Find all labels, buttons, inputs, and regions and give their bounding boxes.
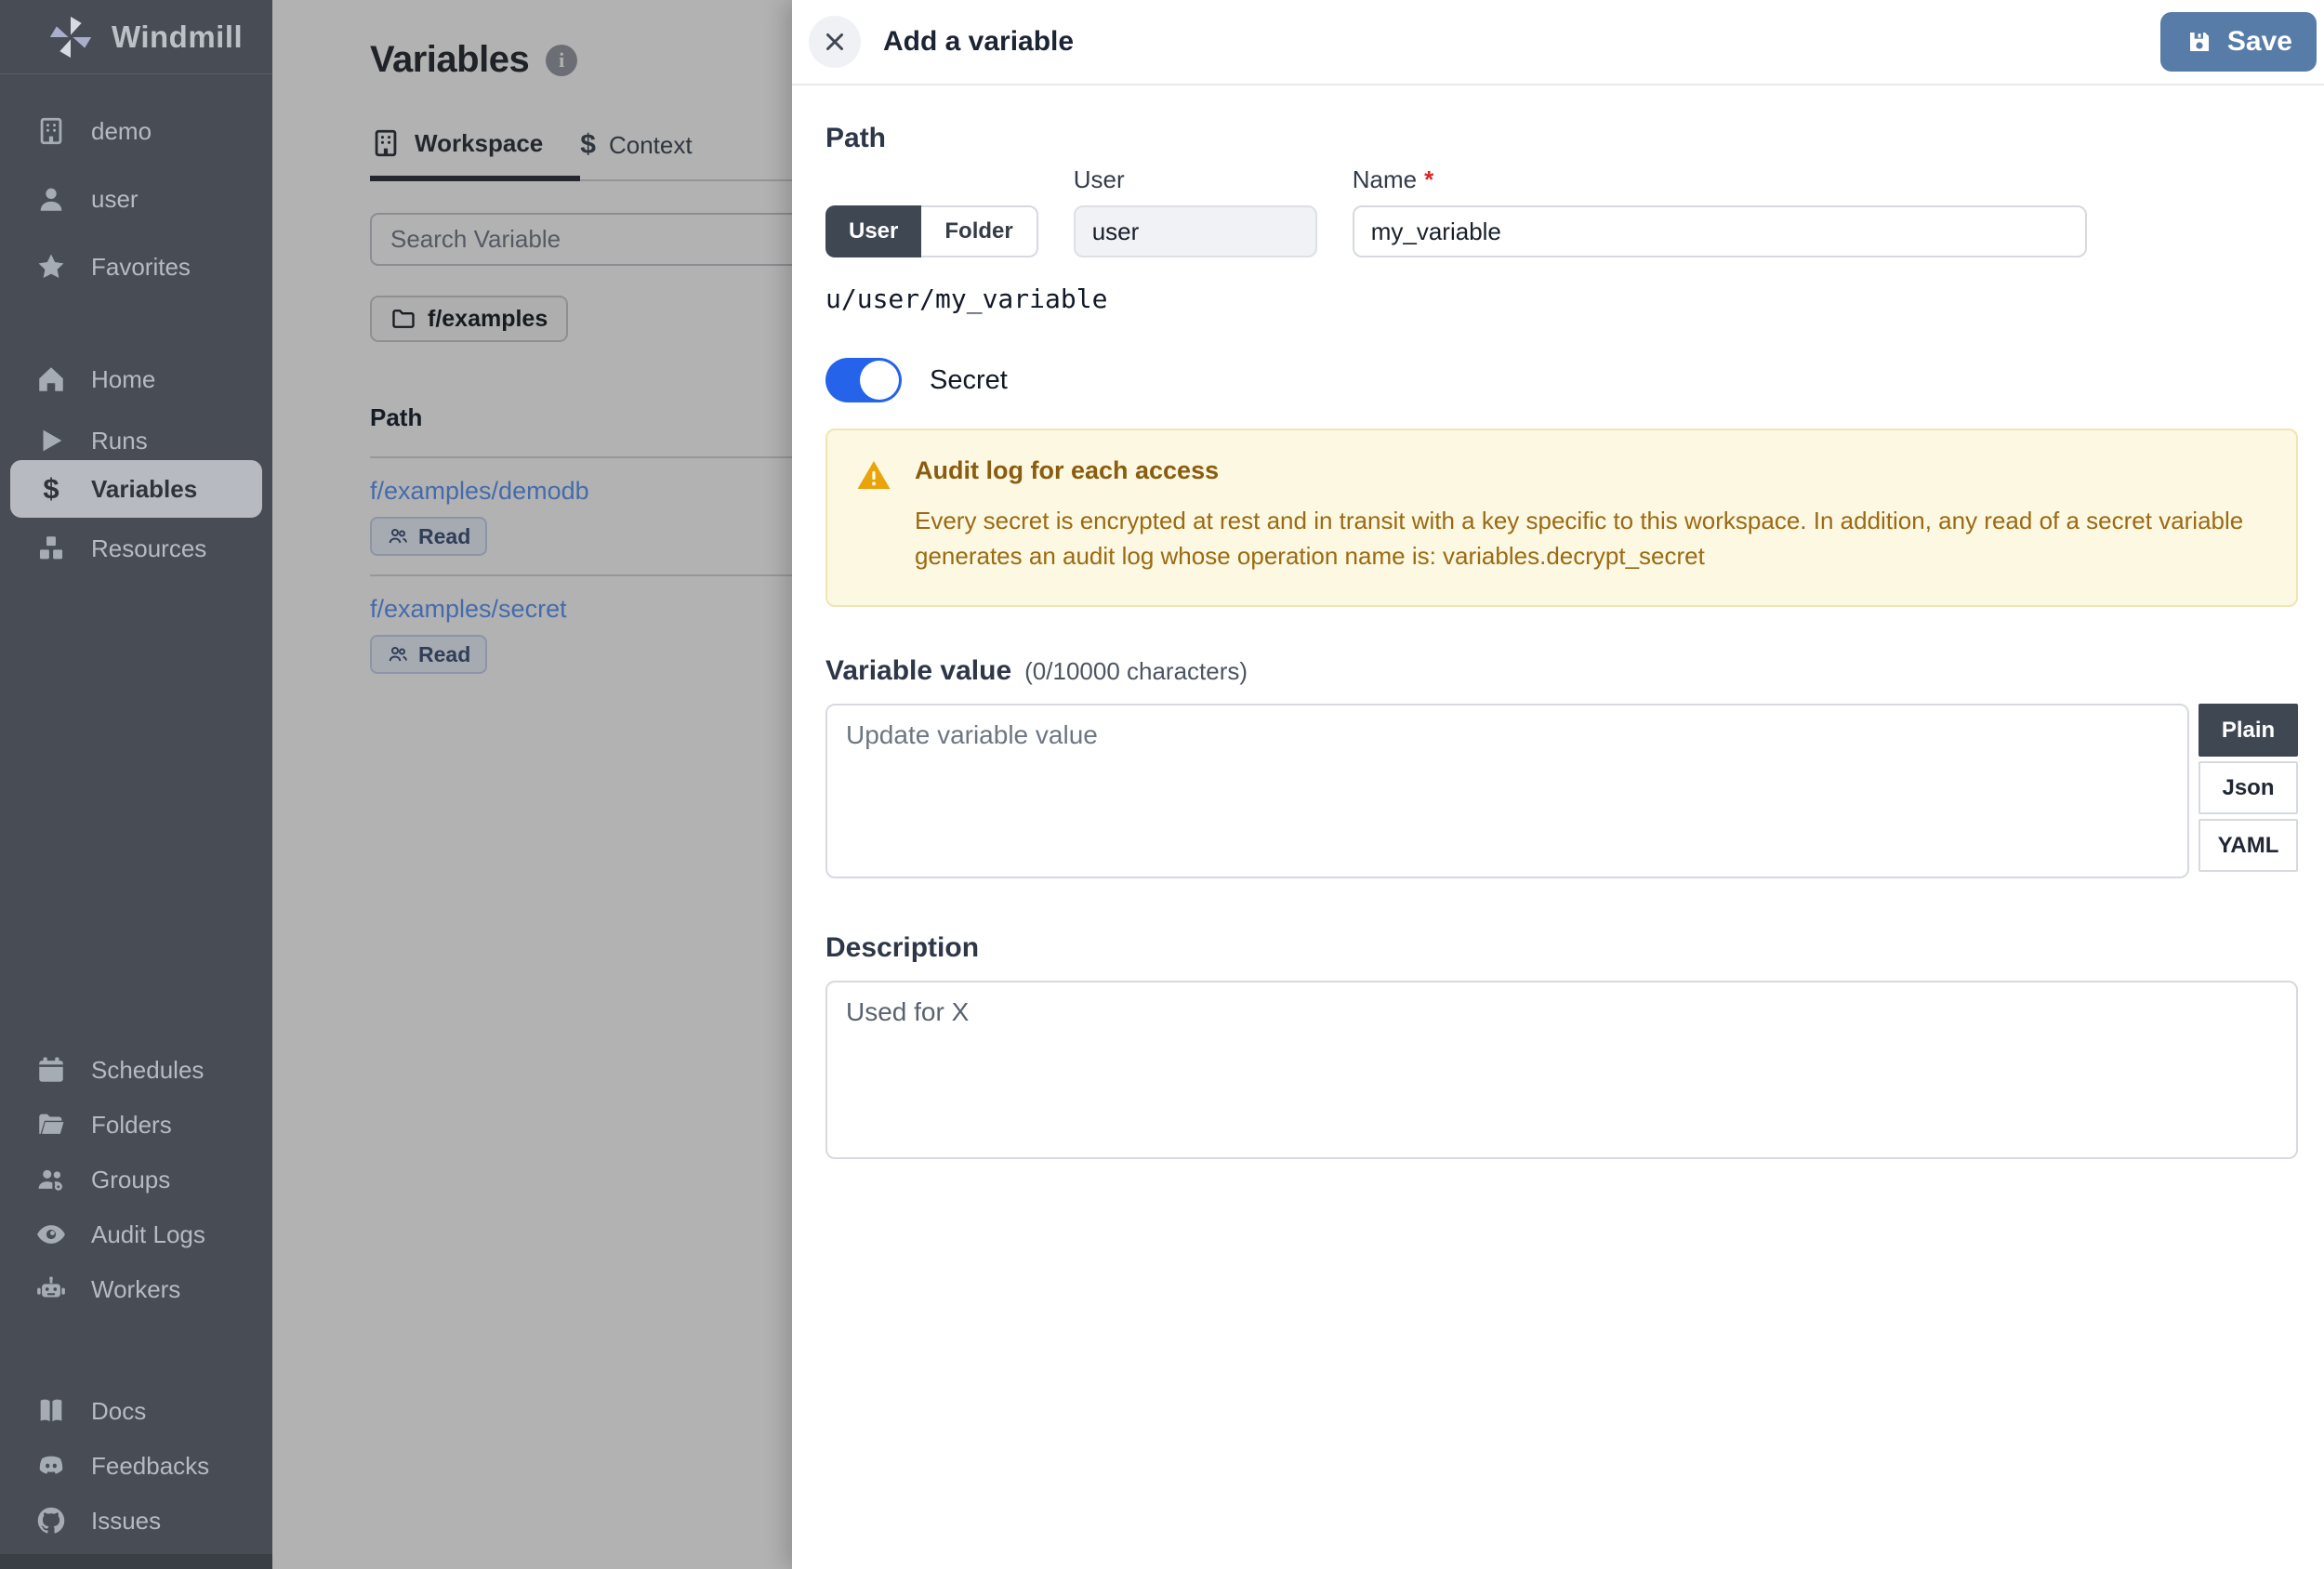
windmill-logo-icon	[49, 16, 92, 58]
variable-value-heading-row: Variable value (0/10000 characters)	[825, 655, 2298, 687]
sidebar-item-feedbacks[interactable]: Feedbacks	[0, 1446, 272, 1485]
sidebar-item-folders[interactable]: Folders	[0, 1105, 272, 1144]
warning-icon	[857, 461, 891, 489]
sidebar-item-demo[interactable]: demo	[0, 112, 272, 151]
sidebar-item-label: Folders	[91, 1110, 172, 1139]
drawer-body: Path User Folder User Name* u/user/m	[792, 86, 2324, 1160]
save-button[interactable]: Save	[2159, 12, 2317, 72]
description-textarea[interactable]	[825, 981, 2298, 1160]
user-field-label: User	[1073, 165, 1125, 193]
character-counter: (0/10000 characters)	[1024, 657, 1248, 686]
folder-icon	[39, 1114, 64, 1134]
path-section-heading: Path	[825, 123, 887, 153]
save-icon	[2189, 33, 2209, 51]
sidebar-item-label: Runs	[91, 426, 148, 455]
user-field: User	[1073, 165, 1317, 257]
play-icon	[43, 429, 62, 452]
building-icon	[40, 117, 62, 145]
github-icon	[37, 1507, 65, 1534]
user-input[interactable]	[1073, 205, 1317, 257]
sidebar-item-label: Favorites	[91, 252, 191, 281]
sidebar-item-favorites[interactable]: Favorites	[0, 247, 272, 286]
sidebar-item-user[interactable]: user	[0, 179, 272, 218]
sidebar-item-label: Resources	[91, 534, 207, 562]
sidebar-item-label: Issues	[91, 1506, 162, 1535]
secret-toggle[interactable]	[825, 358, 902, 402]
sidebar-item-audit-logs[interactable]: Audit Logs	[0, 1215, 272, 1254]
variable-value-textarea[interactable]	[825, 704, 2189, 879]
sidebar-item-label: user	[91, 184, 139, 213]
path-fields-row: User Folder User Name*	[825, 165, 2298, 257]
sidebar-item-issues[interactable]: Issues	[0, 1501, 272, 1540]
toggle-knob	[860, 361, 899, 400]
owner-kind-folder-option[interactable]: Folder	[921, 205, 1038, 257]
sidebar-management-group: Schedules Folders Groups Audit Logs Work…	[0, 1050, 272, 1309]
dollar-icon: $	[43, 472, 59, 505]
sidebar-item-label: Groups	[91, 1165, 171, 1193]
sidebar-item-resources[interactable]: Resources	[0, 529, 272, 568]
sidebar-workspace-group: demo user Favorites	[0, 112, 272, 286]
sidebar-item-label: demo	[91, 116, 152, 145]
app-name: Windmill	[112, 19, 244, 54]
drawer-title: Add a variable	[883, 26, 1075, 57]
warning-body: Every secret is encrypted at rest and in…	[915, 507, 2244, 570]
full-path-preview: u/user/my_variable	[825, 283, 1108, 314]
home-icon	[39, 367, 63, 391]
format-tab-plain[interactable]: Plain	[2199, 704, 2298, 758]
description-heading: Description	[825, 932, 980, 964]
sidebar-item-label: Schedules	[91, 1055, 205, 1084]
sidebar-footer-bar	[0, 1554, 272, 1569]
sidebar-item-runs[interactable]: Runs	[0, 421, 272, 460]
name-field: Name *	[1352, 165, 2087, 257]
sidebar-item-label: Variables	[91, 474, 198, 503]
variable-value-editor: Plain Json YAML	[825, 704, 2298, 879]
sidebar-primary-group: Home Runs $ Variables Resources	[0, 360, 272, 568]
close-icon	[826, 33, 843, 50]
owner-kind-toggle: User Folder	[825, 205, 1038, 257]
user-icon	[40, 188, 62, 211]
users-gear-icon	[38, 1169, 63, 1191]
book-icon	[40, 1399, 62, 1422]
sidebar-item-label: Workers	[91, 1274, 181, 1303]
sidebar-item-variables[interactable]: $ Variables	[10, 460, 262, 518]
audit-log-warning: Audit log for each access Every secret i…	[825, 429, 2298, 608]
sidebar-item-label: Audit Logs	[91, 1220, 205, 1248]
owner-kind-user-option[interactable]: User	[825, 205, 922, 257]
sidebar-item-workers[interactable]: Workers	[0, 1270, 272, 1309]
secret-toggle-label: Secret	[930, 364, 1008, 395]
sidebar-item-groups[interactable]: Groups	[0, 1160, 272, 1199]
cubes-icon	[39, 536, 63, 560]
format-tab-json[interactable]: Json	[2199, 761, 2298, 815]
format-tab-yaml[interactable]: YAML	[2199, 819, 2298, 873]
sidebar-item-label: Home	[91, 364, 156, 393]
warning-title: Audit log for each access	[915, 456, 1220, 484]
add-variable-drawer: Add a variable Save Path User Folder Use…	[792, 0, 2324, 1569]
sidebar-external-group: Docs Feedbacks Issues	[0, 1391, 272, 1540]
sidebar-item-home[interactable]: Home	[0, 360, 272, 399]
sidebar-item-label: Feedbacks	[91, 1451, 210, 1480]
sidebar-item-docs[interactable]: Docs	[0, 1391, 272, 1431]
modal-backdrop[interactable]	[272, 0, 792, 1569]
eye-icon	[37, 1225, 65, 1244]
secret-toggle-row: Secret	[825, 358, 2298, 402]
windmill-app: Windmill demo user Favorites Home Runs $…	[0, 0, 2324, 1569]
robot-icon	[37, 1276, 65, 1298]
close-button[interactable]	[809, 16, 861, 68]
variable-value-heading: Variable value	[825, 655, 1012, 687]
windmill-logo[interactable]: Windmill	[0, 0, 272, 74]
drawer-header: Add a variable Save	[792, 0, 2324, 86]
save-button-label: Save	[2226, 26, 2292, 57]
format-tabs: Plain Json YAML	[2199, 704, 2298, 873]
sidebar-item-schedules[interactable]: Schedules	[0, 1050, 272, 1089]
sidebar: Windmill demo user Favorites Home Runs $…	[0, 0, 272, 1569]
sidebar-item-label: Docs	[91, 1396, 147, 1425]
variable-name-input[interactable]	[1352, 205, 2087, 257]
required-asterisk: *	[1424, 165, 1434, 193]
star-icon	[38, 254, 64, 279]
discord-icon	[39, 1456, 63, 1474]
calendar-icon	[39, 1057, 63, 1082]
name-field-label: Name *	[1352, 165, 1434, 193]
warning-content: Audit log for each access Every secret i…	[915, 456, 2244, 574]
